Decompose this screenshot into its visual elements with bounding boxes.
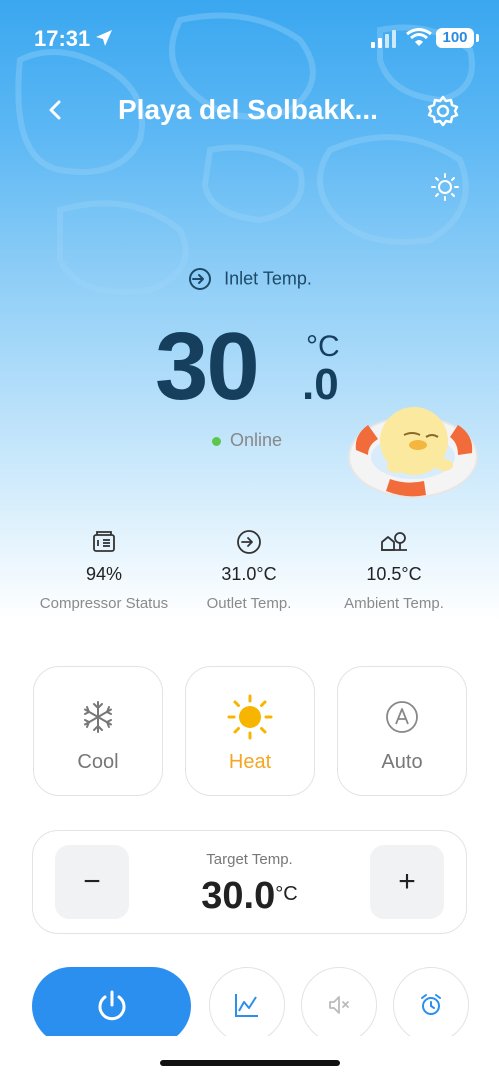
cellular-signal-icon xyxy=(371,30,396,48)
inlet-temp-label-row: Inlet Temp. xyxy=(0,266,499,292)
online-dot xyxy=(212,436,221,446)
line-chart-icon xyxy=(235,994,258,1017)
online-status: Online xyxy=(212,430,282,451)
mode-auto-label: Auto xyxy=(381,751,423,773)
compressor-label: Compressor Status xyxy=(39,595,169,612)
current-temp-unit: °C xyxy=(306,330,340,363)
mute-button[interactable] xyxy=(301,967,377,1043)
ambient-label: Ambient Temp. xyxy=(344,595,444,612)
mode-auto-button[interactable]: Auto xyxy=(337,666,467,796)
duck-mascot-illustration xyxy=(348,407,478,498)
power-icon xyxy=(98,990,125,1021)
history-chart-button[interactable] xyxy=(209,967,285,1043)
alarm-timer-button[interactable] xyxy=(393,967,469,1043)
page-title: Playa del Solbakk... xyxy=(118,94,378,125)
mode-heat-label: Heat xyxy=(228,751,272,773)
battery-tip xyxy=(476,34,479,42)
status-time: 17:31 xyxy=(34,26,91,51)
target-temp-unit: °C xyxy=(275,883,298,905)
current-temp-integer: 30 xyxy=(155,313,260,420)
compressor-value: 94% xyxy=(85,564,123,584)
outlet-icon xyxy=(237,530,261,554)
wifi-icon xyxy=(406,28,432,46)
ambient-value: 10.5°C xyxy=(366,564,422,584)
mode-cool-button[interactable]: Cool xyxy=(33,666,163,796)
settings-gear-icon[interactable] xyxy=(426,94,460,128)
outlet-value: 31.0°C xyxy=(221,564,277,584)
location-arrow-icon xyxy=(96,30,112,46)
target-temp-panel: − Target Temp. 30.0°C + xyxy=(32,830,467,934)
stat-ambient: 10.5°C Ambient Temp. xyxy=(314,528,474,612)
sun-icon xyxy=(227,694,273,740)
current-temp-decimal: .0 xyxy=(302,360,339,409)
compressor-icon xyxy=(93,531,115,552)
inlet-icon xyxy=(189,268,212,290)
outlet-label: Outlet Temp. xyxy=(206,595,292,612)
online-status-text: Online xyxy=(230,430,283,450)
home-indicator[interactable] xyxy=(160,1060,340,1066)
auto-icon xyxy=(386,701,418,733)
snowflake-icon xyxy=(84,701,112,733)
ambient-icon xyxy=(381,532,407,551)
bottom-safe-area xyxy=(0,1036,499,1080)
mode-heat-button[interactable]: Heat xyxy=(185,666,315,796)
target-temp-value: 30.0 xyxy=(201,875,276,917)
increase-temp-button[interactable]: + xyxy=(370,845,444,919)
stat-compressor: 94% Compressor Status xyxy=(24,528,184,612)
power-button[interactable] xyxy=(32,967,191,1045)
mode-cool-label: Cool xyxy=(77,751,119,773)
back-button[interactable] xyxy=(40,94,72,126)
speaker-mute-icon xyxy=(329,996,349,1014)
alarm-clock-icon xyxy=(421,994,441,1015)
stat-outlet: 31.0°C Outlet Temp. xyxy=(169,528,329,612)
battery-indicator: 100 xyxy=(436,28,474,48)
status-bar: 17:31 100 xyxy=(0,0,499,80)
inlet-temp-label: Inlet Temp. xyxy=(224,268,312,289)
brightness-sun-icon[interactable] xyxy=(430,172,460,202)
hero-background xyxy=(0,0,499,620)
